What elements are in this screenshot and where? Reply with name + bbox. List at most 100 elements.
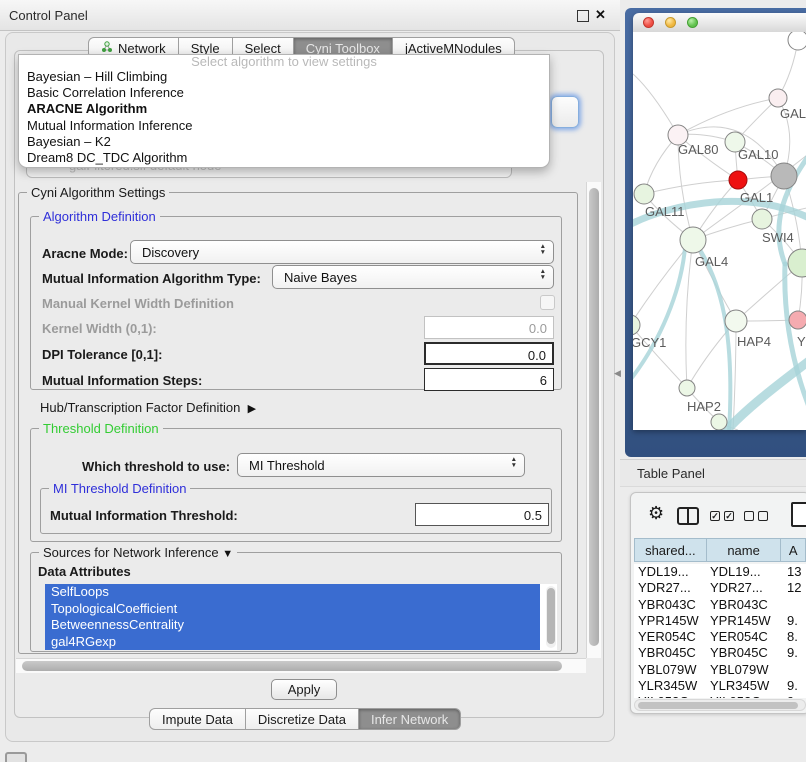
control-panel-title: Control Panel bbox=[9, 8, 88, 23]
mi-threshold-input[interactable]: 0.5 bbox=[415, 503, 549, 526]
kernel-width-input[interactable]: 0.0 bbox=[424, 316, 554, 339]
zoom-traffic-light-icon[interactable] bbox=[687, 17, 698, 28]
cell: YDR27... bbox=[638, 580, 691, 596]
node-pink-right[interactable] bbox=[789, 311, 806, 329]
algorithm-option-aracne-algorithm[interactable]: ARACNE Algorithm bbox=[19, 101, 549, 117]
settings-vertical-scrollbar[interactable] bbox=[586, 182, 601, 658]
tab-infer-network[interactable]: Infer Network bbox=[359, 708, 461, 730]
algorithm-option-mutual-information-inference[interactable]: Mutual Information Inference bbox=[19, 118, 549, 134]
minimize-traffic-light-icon[interactable] bbox=[665, 17, 676, 28]
cell: YBR043C bbox=[710, 597, 768, 613]
node-gcy1[interactable] bbox=[633, 315, 640, 335]
table-panel-title: Table Panel bbox=[637, 466, 705, 481]
settings-horizontal-scrollbar[interactable] bbox=[16, 658, 586, 673]
network-edge-highlighted[interactable] bbox=[633, 248, 685, 384]
network-edge[interactable] bbox=[733, 321, 736, 430]
node-gray[interactable] bbox=[771, 163, 797, 189]
node-pink-right-label: Y bbox=[797, 334, 806, 349]
node-hap2[interactable] bbox=[679, 380, 695, 396]
sources-group-expander[interactable]: Sources for Network Inference ▼ bbox=[39, 545, 237, 560]
node-top-outline[interactable] bbox=[788, 32, 806, 50]
table-row[interactable]: YBR045CYBR045C9. bbox=[634, 645, 806, 661]
deselect-all-checkboxes-icon[interactable] bbox=[744, 511, 768, 521]
column-header-a[interactable]: A bbox=[780, 538, 806, 562]
algorithm-option-bayesian-hill-climbing[interactable]: Bayesian – Hill Climbing bbox=[19, 69, 549, 85]
expand-right-icon[interactable]: ▶ bbox=[248, 403, 256, 415]
node-green-bottom[interactable] bbox=[711, 414, 727, 430]
network-edge[interactable] bbox=[633, 74, 678, 135]
node-gal1-label: GAL1 bbox=[740, 190, 773, 205]
horizontal-scroll-thumb[interactable] bbox=[22, 661, 562, 671]
gear-icon[interactable]: ⚙ bbox=[648, 503, 664, 524]
table-row[interactable]: YDL19...YDL19...13 bbox=[634, 564, 806, 580]
table-row[interactable]: YPR145WYPR145W9. bbox=[634, 613, 806, 629]
close-traffic-light-icon[interactable] bbox=[643, 17, 654, 28]
network-edge[interactable] bbox=[686, 240, 693, 388]
table-horizontal-scrollbar[interactable] bbox=[634, 699, 806, 711]
network-window-titlebar[interactable] bbox=[633, 13, 806, 32]
table-row[interactable]: YBR043CYBR043C bbox=[634, 597, 806, 613]
table-row[interactable]: YBL079WYBL079W bbox=[634, 662, 806, 678]
apply-button[interactable]: Apply bbox=[271, 679, 337, 700]
threshold-definition-title: Threshold Definition bbox=[39, 421, 163, 436]
split-columns-icon[interactable] bbox=[677, 507, 699, 525]
node-hap4[interactable] bbox=[725, 310, 747, 332]
which-threshold-combo[interactable]: MI Threshold ▲▼ bbox=[237, 453, 525, 477]
algorithm-option-dream8-dc-tdc-algorithm[interactable]: Dream8 DC_TDC Algorithm bbox=[19, 150, 549, 166]
combo-arrows-icon: ▲▼ bbox=[540, 244, 546, 255]
select-all-checkboxes-icon[interactable]: ✓✓ bbox=[710, 511, 734, 521]
table-row[interactable]: YIL052CYIL052C9 bbox=[634, 694, 806, 698]
mi-type-value: Naive Bayes bbox=[284, 270, 357, 285]
table-row[interactable]: YDR27...YDR27...12 bbox=[634, 580, 806, 596]
table-scroll-thumb[interactable] bbox=[638, 702, 798, 709]
column-header-name[interactable]: name bbox=[706, 538, 781, 562]
tab-impute-data[interactable]: Impute Data bbox=[149, 708, 246, 730]
attributes-list-scrollbar[interactable] bbox=[546, 586, 556, 648]
new-table-icon[interactable] bbox=[791, 502, 806, 527]
node-gal11-label: GAL11 bbox=[645, 204, 685, 219]
network-edge-highlighted[interactable] bbox=[725, 358, 806, 430]
hub-definition-expander[interactable]: Hub/Transcription Factor Definition ▶ bbox=[40, 400, 256, 415]
node-gal1[interactable] bbox=[729, 171, 747, 189]
attribute-item-selfloops[interactable]: SelfLoops bbox=[45, 584, 540, 601]
tab-label: Infer Network bbox=[371, 712, 448, 727]
attribute-item-topologicalcoefficient[interactable]: TopologicalCoefficient bbox=[45, 601, 540, 618]
attribute-item-gal4rgexp[interactable]: gal4RGexp bbox=[45, 634, 540, 651]
mi-steps-input[interactable]: 6 bbox=[424, 368, 554, 391]
mi-type-combo[interactable]: Naive Bayes ▲▼ bbox=[272, 265, 554, 289]
mi-threshold-group-title: MI Threshold Definition bbox=[49, 481, 190, 496]
sources-group-title: Sources for Network Inference bbox=[43, 545, 219, 560]
tab-discretize-data[interactable]: Discretize Data bbox=[246, 708, 359, 730]
cell: YPR145W bbox=[710, 613, 771, 629]
panel-collapse-arrow-icon[interactable]: ◀ bbox=[614, 368, 621, 379]
cell: 9. bbox=[787, 678, 798, 694]
table-row[interactable]: YLR345WYLR345W9. bbox=[634, 678, 806, 694]
node-gal-top[interactable] bbox=[769, 89, 787, 107]
focused-button[interactable] bbox=[551, 96, 579, 128]
node-gal80-label: GAL80 bbox=[678, 142, 718, 157]
close-icon[interactable]: ✕ bbox=[595, 7, 606, 23]
table-row[interactable]: YER054CYER054C8. bbox=[634, 629, 806, 645]
table-header-row: shared...nameA bbox=[634, 538, 806, 562]
vertical-scroll-thumb[interactable] bbox=[589, 188, 599, 646]
tab-label: Impute Data bbox=[162, 712, 233, 727]
manual-kernel-checkbox[interactable] bbox=[540, 295, 555, 310]
algorithm-option-basic-correlation-inference[interactable]: Basic Correlation Inference bbox=[19, 85, 549, 101]
node-gal11[interactable] bbox=[634, 184, 654, 204]
docked-panel-icon[interactable] bbox=[5, 752, 27, 762]
node-gal4[interactable] bbox=[680, 227, 706, 253]
cyni-bottom-tabs: Impute Data Discretize Data Infer Network bbox=[149, 708, 461, 730]
cyni-settings-title: Cyni Algorithm Settings bbox=[27, 185, 169, 200]
float-panel-icon[interactable] bbox=[577, 10, 589, 22]
dpi-tolerance-input[interactable]: 0.0 bbox=[424, 342, 554, 365]
aracne-mode-combo[interactable]: Discovery ▲▼ bbox=[130, 240, 554, 264]
node-swi4[interactable] bbox=[752, 209, 772, 229]
network-edge[interactable] bbox=[644, 180, 738, 194]
node-gcy1-label: GCY1 bbox=[633, 335, 666, 350]
algorithm-option-bayesian-k2[interactable]: Bayesian – K2 bbox=[19, 134, 549, 150]
column-header-shared-[interactable]: shared... bbox=[634, 538, 706, 562]
attribute-item-betweennesscentrality[interactable]: BetweennessCentrality bbox=[45, 617, 540, 634]
data-attributes-list[interactable]: SelfLoopsTopologicalCoefficientBetweenne… bbox=[45, 584, 557, 650]
network-canvas[interactable]: GALGAL80GAL10GAL1GAL11SWI4GAL4HAP4YGCY1H… bbox=[633, 32, 806, 430]
collapse-down-icon[interactable]: ▼ bbox=[222, 548, 233, 560]
